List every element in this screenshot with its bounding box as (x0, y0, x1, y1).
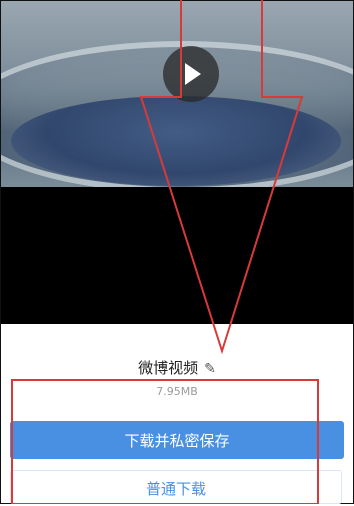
video-letterbox (1, 187, 353, 324)
video-title: 微博视频 (138, 359, 199, 377)
download-private-save-button[interactable]: 下载并私密保存 (10, 421, 344, 459)
normal-download-button[interactable]: 普通下载 (10, 470, 342, 504)
play-icon[interactable] (163, 46, 219, 102)
video-title-row: 微博视频 ✎ (0, 357, 354, 378)
video-frame-water (11, 96, 341, 186)
video-preview[interactable] (1, 1, 353, 187)
pencil-icon[interactable]: ✎ (204, 361, 216, 377)
file-size: 7.95MB (156, 385, 198, 398)
